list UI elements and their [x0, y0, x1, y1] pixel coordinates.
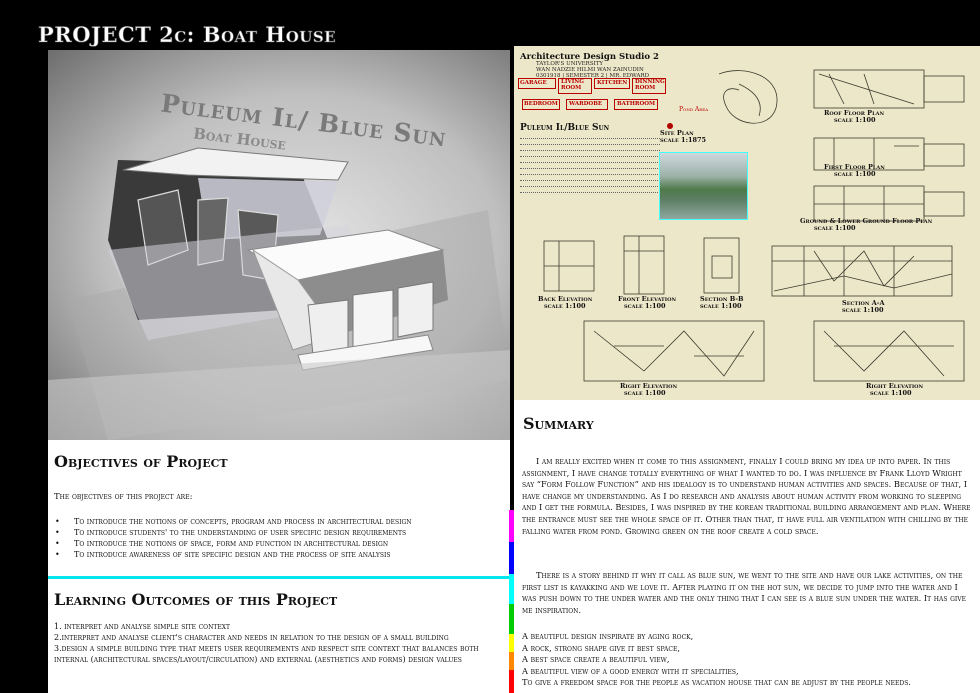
lake-photo — [659, 152, 748, 220]
left-text-panel: Objectives of Project The objectives of … — [48, 440, 510, 693]
section-divider — [48, 576, 514, 579]
flow-dinning-room: DINNING ROOM — [635, 79, 665, 91]
site-title: Puleum Il/Blue Sun — [520, 123, 610, 133]
list-item: A rock, strong shape give it best space, — [522, 642, 680, 653]
flow-living-room: LIVING ROOM — [561, 79, 585, 91]
inspiration-list: A beautiful design inspirate by aging ro… — [522, 631, 974, 689]
learning-outcomes-heading: Learning Outcomes of this Project — [54, 590, 338, 609]
list-item: 1. interpret and analyse simple site con… — [54, 622, 231, 631]
summary-paragraph-1: I am really excited when it come to this… — [522, 456, 971, 536]
list-item: 3.design a simple building type that mee… — [54, 644, 479, 664]
flow-bedroom: BEDROOM — [524, 101, 558, 107]
pond-area-label: Pond Area — [679, 106, 709, 113]
model-photo: Puleum Il/ Blue Sun Boat House — [48, 50, 510, 440]
first-floor-plan-scale: scale 1:100 — [834, 170, 876, 178]
right-elevation-2-scale: scale 1:100 — [870, 389, 912, 397]
objectives-heading: Objectives of Project — [54, 452, 228, 471]
list-item: To introduce the notions of space, form … — [54, 538, 412, 549]
list-item: To introduce students' to the understand… — [54, 527, 412, 538]
flow-bathroom: BATHROOM — [617, 101, 656, 107]
flow-kitchen: KITCHEN — [597, 80, 628, 86]
list-item: To introduce awareness of site specific … — [54, 549, 412, 560]
section-aa-scale: scale 1:100 — [842, 306, 884, 314]
presentation-board: Architecture Design Studio 2 TAYLOR'S UN… — [514, 46, 980, 400]
list-item: A best space create a beautiful view, — [522, 654, 670, 665]
list-item: A beautiful view of a good energy with i… — [522, 665, 739, 676]
list-item: To give a freedom space for the people a… — [522, 677, 911, 688]
flow-garage: GARAGE — [520, 80, 547, 86]
summary-panel: Summary I am really excited when it come… — [514, 400, 980, 693]
list-item: 2.interpret and analyse client's charact… — [54, 633, 449, 642]
ground-floor-plan-scale: scale 1:100 — [814, 224, 856, 232]
right-elevation-scale: scale 1:100 — [624, 389, 666, 397]
summary-heading: Summary — [523, 414, 594, 433]
objectives-list: To introduce the notions of concepts, pr… — [54, 516, 412, 560]
list-item: A beautiful design inspirate by aging ro… — [522, 631, 694, 641]
section-bb-scale: scale 1:100 — [700, 302, 742, 310]
learning-outcomes-list: 1. interpret and analyse simple site con… — [54, 621, 484, 665]
site-description — [520, 136, 660, 198]
roof-floor-plan-scale: scale 1:100 — [834, 116, 876, 124]
flow-wardobe: WARDOBE — [569, 101, 603, 107]
site-plan-scale: scale 1:1875 — [660, 136, 707, 144]
list-item: To introduce the notions of concepts, pr… — [54, 516, 412, 527]
objectives-intro: The objectives of this project are: — [54, 492, 193, 502]
page-title: PROJECT 2c: Boat House — [38, 22, 337, 48]
summary-paragraph-2: There is a story behind it why it call a… — [522, 570, 966, 615]
back-elevation-scale: scale 1:100 — [544, 302, 586, 310]
front-elevation-scale: scale 1:100 — [624, 302, 666, 310]
